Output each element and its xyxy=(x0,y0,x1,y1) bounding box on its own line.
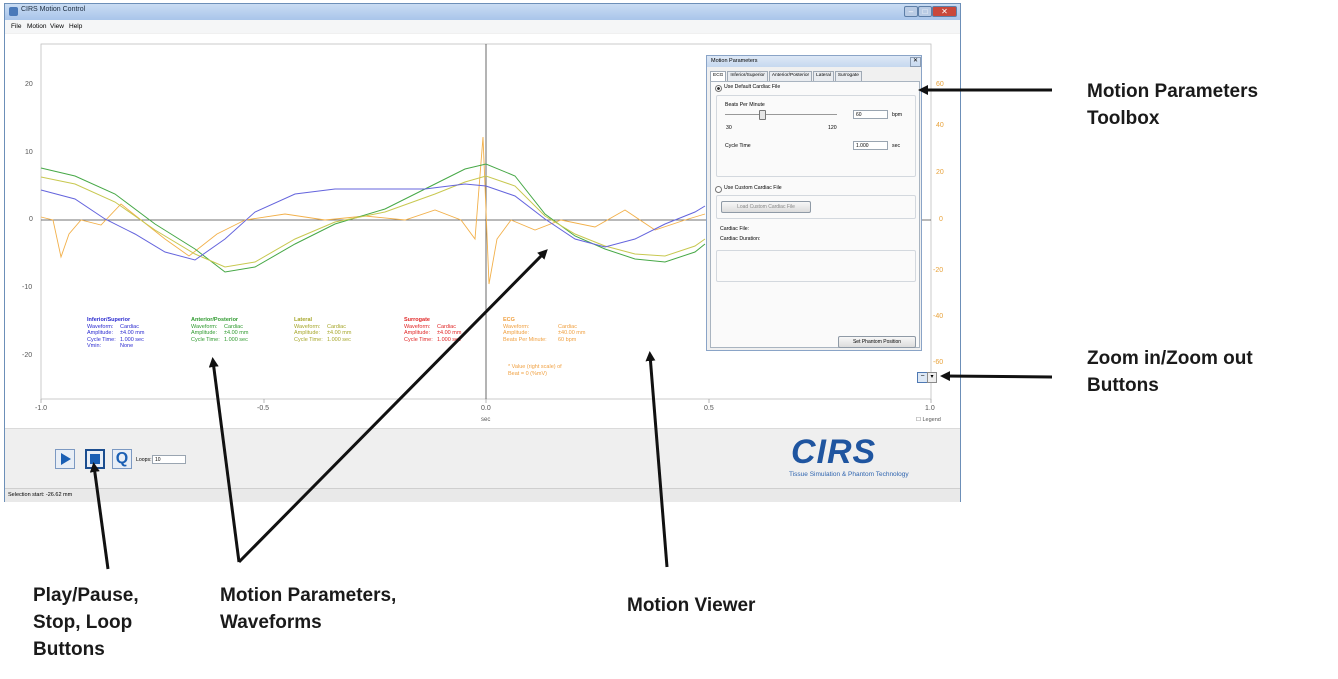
annotation-play: Play/Pause, Stop, Loop Buttons xyxy=(33,582,139,663)
annotation-line: Toolbox xyxy=(1087,108,1160,129)
annotation-viewer: Motion Viewer xyxy=(627,595,756,616)
annotation-toolbox: Motion Parameters Toolbox xyxy=(1087,78,1258,132)
annotation-line: Motion Parameters, xyxy=(220,585,397,606)
arrow-zoom xyxy=(940,371,1053,382)
annotation-line: Motion Parameters xyxy=(1087,81,1259,102)
annotation-line: Play/Pause, xyxy=(33,585,139,606)
annotation-line: Buttons xyxy=(33,639,105,660)
annotation-params: Motion Parameters, Waveforms xyxy=(220,582,396,636)
arrow-params-left xyxy=(208,357,241,563)
arrow-viewer xyxy=(645,351,669,568)
annotation-line: Stop, Loop xyxy=(33,612,133,633)
annotation-zoom: Zoom in/Zoom out Buttons xyxy=(1087,345,1253,399)
annotation-line: Waveforms xyxy=(220,612,322,633)
arrow-params-right xyxy=(237,249,548,564)
annotation-line: Zoom in/Zoom out xyxy=(1087,348,1253,369)
arrow-play xyxy=(89,462,110,570)
annotation-line: Buttons xyxy=(1087,375,1159,396)
